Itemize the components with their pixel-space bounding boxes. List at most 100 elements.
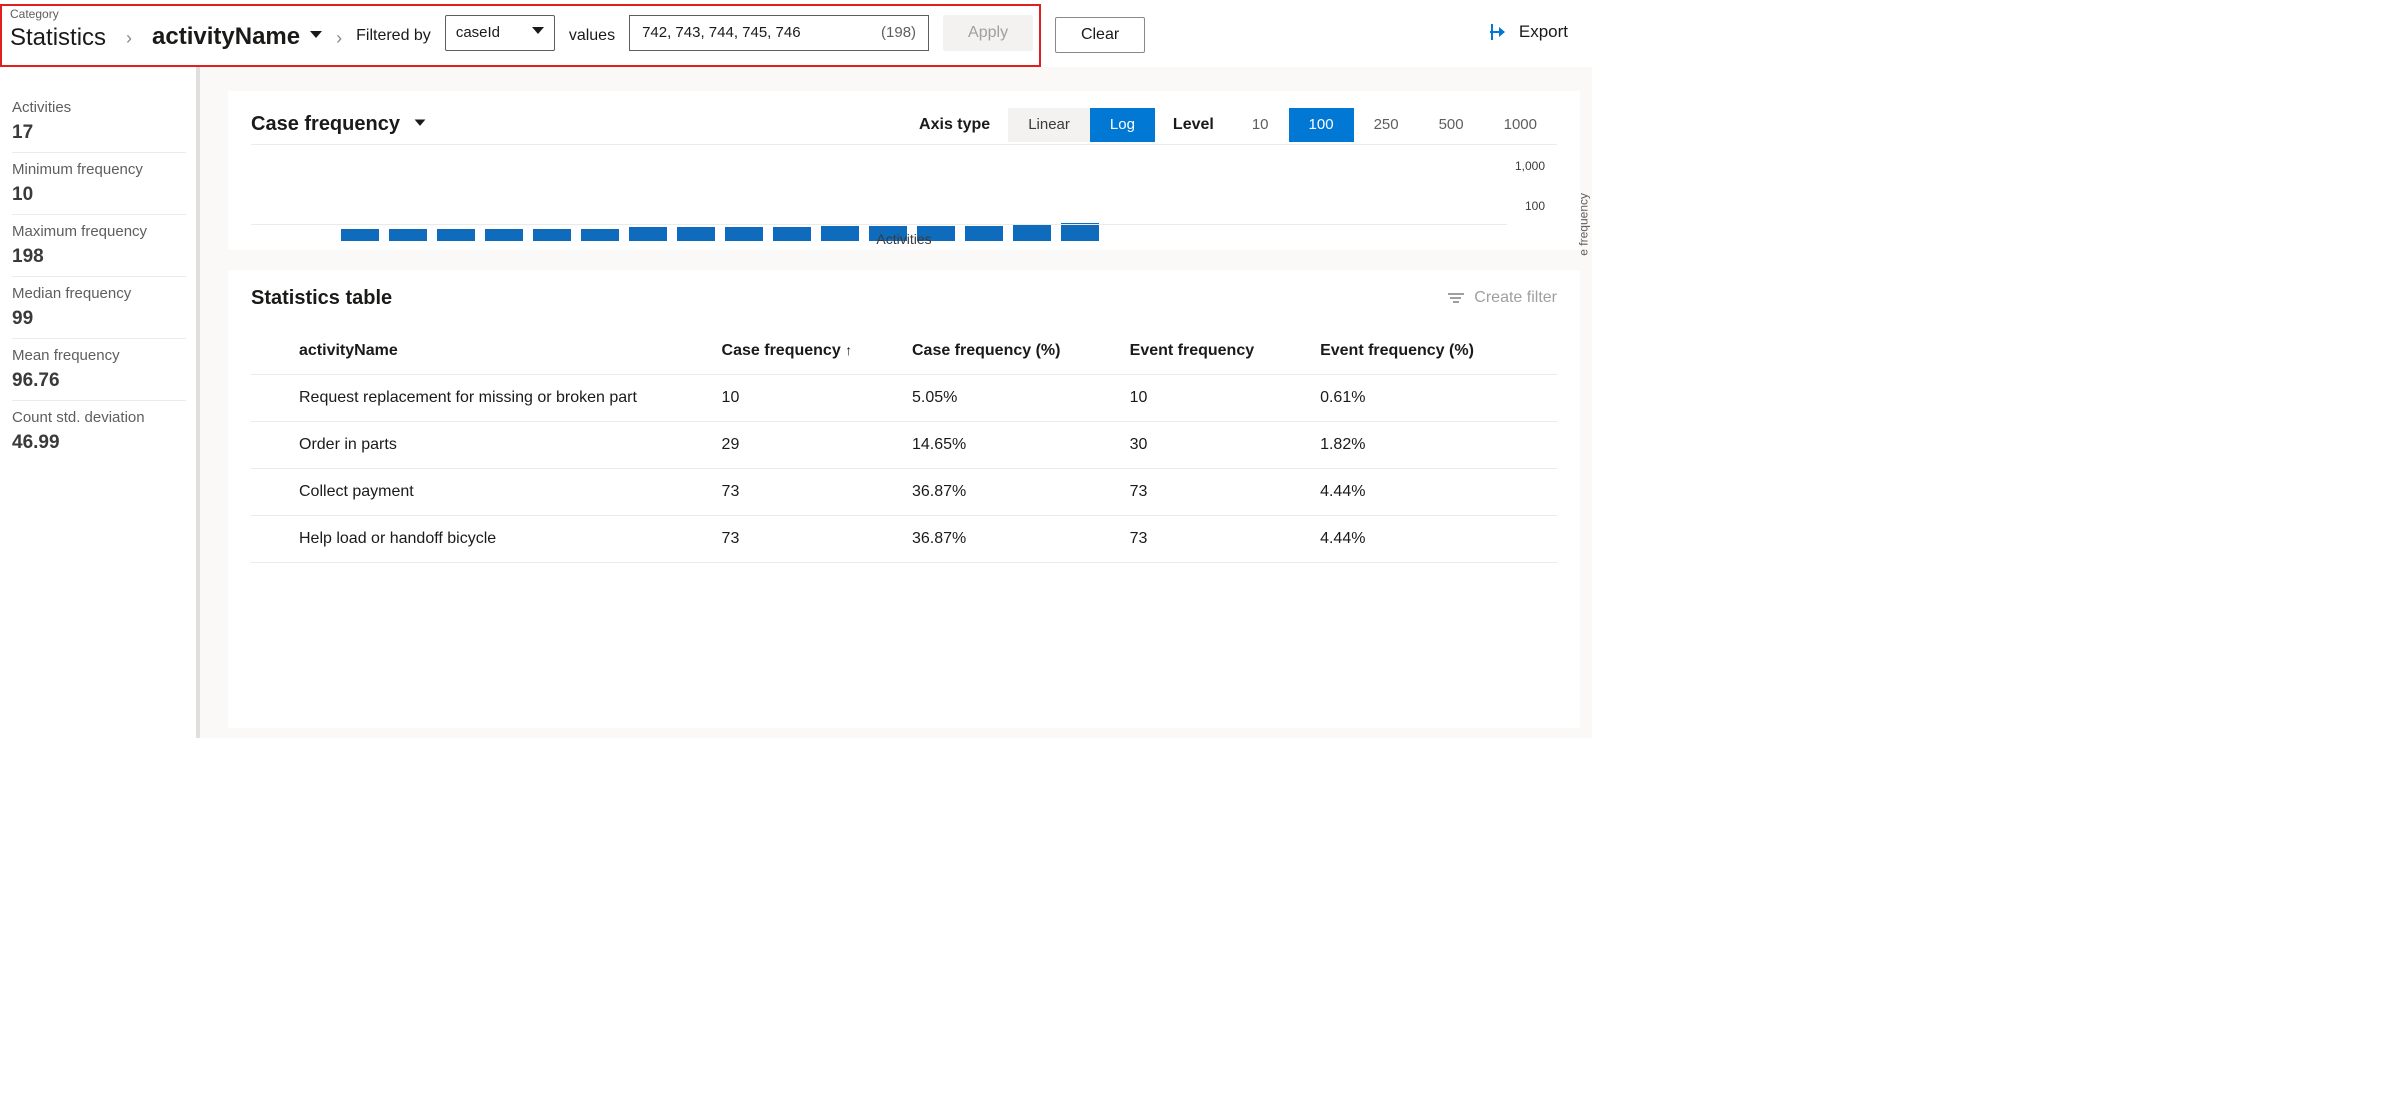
category-breadcrumb[interactable]: Category Statistics	[10, 8, 106, 53]
level-toggle: 10 100 250 500 1000	[1232, 108, 1557, 142]
cell-event-frequency-pct: 1.82%	[1312, 421, 1557, 468]
chart-bar[interactable]	[965, 226, 1003, 241]
main-content: Case frequency Axis type Linear Log Leve…	[200, 67, 1592, 738]
cell-activity-name: Collect payment	[251, 468, 714, 515]
col-event-frequency-pct[interactable]: Event frequency (%)	[1312, 328, 1557, 375]
cell-activity-name: Order in parts	[251, 421, 714, 468]
values-label: values	[569, 27, 615, 53]
table-row[interactable]: Order in parts2914.65%301.82%	[251, 421, 1557, 468]
chart-bar[interactable]	[437, 229, 475, 241]
chart-bar[interactable]	[341, 229, 379, 241]
x-axis-label: Activities	[876, 231, 931, 247]
activity-name-dropdown[interactable]: activityName	[152, 23, 322, 53]
filter-values-input[interactable]: 742, 743, 744, 745, 746 (198)	[629, 15, 929, 51]
export-icon	[1491, 23, 1509, 42]
chevron-down-icon	[310, 31, 322, 38]
cell-case-frequency: 73	[714, 468, 904, 515]
cell-case-frequency-pct: 36.87%	[904, 468, 1122, 515]
clear-button[interactable]: Clear	[1055, 17, 1145, 53]
create-filter-label: Create filter	[1474, 289, 1557, 307]
stat-mean-frequency: Mean frequency 96.76	[12, 339, 186, 401]
chart-bar[interactable]	[389, 229, 427, 241]
filter-values-count: (198)	[881, 24, 916, 41]
chart-bar[interactable]	[533, 229, 571, 241]
chevron-right-icon: ›	[336, 28, 342, 53]
stat-max-frequency: Maximum frequency 198	[12, 215, 186, 277]
level-250[interactable]: 250	[1354, 108, 1419, 142]
filter-field-dropdown[interactable]: caseId	[445, 15, 555, 51]
level-1000[interactable]: 1000	[1484, 108, 1557, 142]
col-event-frequency[interactable]: Event frequency	[1122, 328, 1312, 375]
level-10[interactable]: 10	[1232, 108, 1289, 142]
table-header-row: activityName Case frequency ↑ Case frequ…	[251, 328, 1557, 375]
chart-card: Case frequency Axis type Linear Log Leve…	[228, 91, 1580, 250]
axis-type-label: Axis type	[919, 116, 990, 134]
y-tick: 1,000	[1515, 159, 1545, 173]
export-button[interactable]: Export	[1491, 4, 1584, 42]
table-row[interactable]: Collect payment7336.87%734.44%	[251, 468, 1557, 515]
cell-event-frequency: 10	[1122, 374, 1312, 421]
cell-event-frequency-pct: 4.44%	[1312, 515, 1557, 562]
cell-case-frequency-pct: 5.05%	[904, 374, 1122, 421]
col-activity-name[interactable]: activityName	[251, 328, 714, 375]
chart-bar[interactable]	[725, 227, 763, 241]
stat-activities: Activities 17	[12, 91, 186, 153]
level-label: Level	[1173, 116, 1214, 134]
activity-name-label: activityName	[152, 23, 300, 51]
stat-value: 99	[12, 308, 186, 330]
chart-bar[interactable]	[821, 226, 859, 241]
y-tick: 100	[1525, 199, 1545, 213]
filter-values-text: 742, 743, 744, 745, 746	[642, 24, 800, 41]
breadcrumb-filter-region: Category Statistics › activityName › Fil…	[0, 4, 1041, 67]
chart-bar[interactable]	[1013, 224, 1051, 241]
axis-type-log[interactable]: Log	[1090, 108, 1155, 142]
table-title: Statistics table	[251, 287, 392, 310]
col-case-frequency[interactable]: Case frequency ↑	[714, 328, 904, 375]
table-row[interactable]: Request replacement for missing or broke…	[251, 374, 1557, 421]
stat-label: Maximum frequency	[12, 223, 186, 240]
chevron-down-icon	[532, 27, 544, 34]
cell-case-frequency: 73	[714, 515, 904, 562]
chart-bar[interactable]	[581, 229, 619, 241]
topbar: Category Statistics › activityName › Fil…	[0, 0, 1592, 67]
stat-label: Minimum frequency	[12, 161, 186, 178]
stat-label: Median frequency	[12, 285, 186, 302]
stat-min-frequency: Minimum frequency 10	[12, 153, 186, 215]
chart-title: Case frequency	[251, 113, 400, 136]
chevron-right-icon: ›	[120, 28, 138, 53]
create-filter-button[interactable]: Create filter	[1448, 289, 1557, 307]
chart-bar[interactable]	[773, 227, 811, 241]
category-value: Statistics	[10, 24, 106, 53]
stat-std-deviation: Count std. deviation 46.99	[12, 401, 186, 462]
level-500[interactable]: 500	[1419, 108, 1484, 142]
axis-type-linear[interactable]: Linear	[1008, 108, 1090, 142]
stat-label: Mean frequency	[12, 347, 186, 364]
category-label: Category	[10, 8, 106, 20]
chart-title-dropdown[interactable]: Case frequency	[251, 113, 426, 136]
stats-sidebar: Activities 17 Minimum frequency 10 Maxim…	[0, 67, 200, 738]
cell-case-frequency: 29	[714, 421, 904, 468]
chart-bar[interactable]	[485, 229, 523, 241]
cell-event-frequency-pct: 0.61%	[1312, 374, 1557, 421]
cell-activity-name: Request replacement for missing or broke…	[251, 374, 714, 421]
level-100[interactable]: 100	[1289, 108, 1354, 142]
stat-value: 198	[12, 246, 186, 268]
filtered-by-label: Filtered by	[356, 27, 431, 53]
cell-event-frequency: 73	[1122, 515, 1312, 562]
col-case-frequency-pct[interactable]: Case frequency (%)	[904, 328, 1122, 375]
stat-value: 17	[12, 122, 186, 144]
stat-value: 10	[12, 184, 186, 206]
table-row[interactable]: Help load or handoff bicycle7336.87%734.…	[251, 515, 1557, 562]
stats-table: activityName Case frequency ↑ Case frequ…	[251, 328, 1557, 563]
chart-bar[interactable]	[629, 227, 667, 241]
chart-bar[interactable]	[1061, 223, 1099, 241]
cell-activity-name: Help load or handoff bicycle	[251, 515, 714, 562]
axis-type-toggle: Linear Log	[1008, 108, 1155, 142]
stat-median-frequency: Median frequency 99	[12, 277, 186, 339]
stat-label: Count std. deviation	[12, 409, 186, 426]
chevron-down-icon	[415, 120, 426, 126]
chart-bar[interactable]	[677, 227, 715, 241]
apply-button[interactable]: Apply	[943, 15, 1033, 51]
sort-ascending-icon: ↑	[845, 342, 852, 358]
y-axis-label: e frequency	[1577, 193, 1591, 256]
